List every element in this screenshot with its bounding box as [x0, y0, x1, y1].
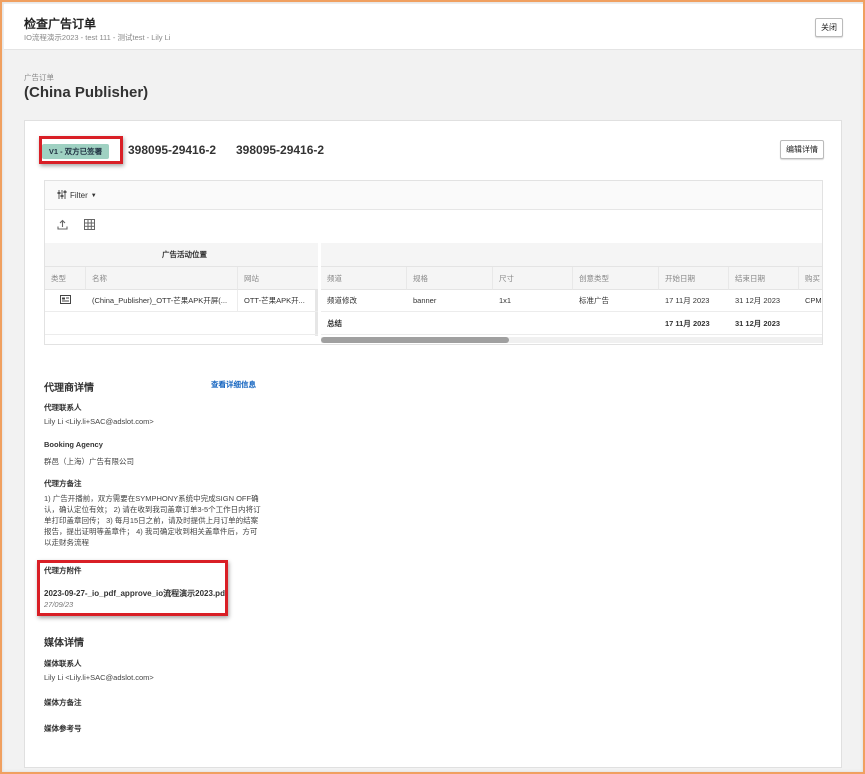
page-title: (China Publisher) — [24, 84, 149, 101]
media-reference-label: 媒体参考号 — [44, 724, 82, 733]
table-row-type-cell — [45, 290, 86, 312]
booking-agency-label: Booking Agency — [44, 440, 103, 449]
highlight-box-status — [39, 136, 123, 164]
filter-dropdown[interactable]: Filter ▼ — [57, 190, 97, 201]
agency-notes-value: 1) 广告开播前，双方需要在SYMPHONY系统中完成SIGN OFF确认，确认… — [44, 494, 261, 547]
columns-grid-icon[interactable] — [84, 219, 95, 232]
agency-contact-label: 代理联系人 — [44, 403, 82, 412]
table-row-purchase-cell: CPM — [799, 290, 822, 312]
highlight-box-attachment — [37, 560, 228, 616]
export-icon[interactable] — [57, 219, 68, 232]
filter-label: Filter — [70, 191, 88, 200]
agency-notes-label: 代理方备注 — [44, 479, 82, 488]
window-title: 检查广告订单 — [24, 17, 97, 31]
window-subtitle: IO流程演示2023 - test 111 - 测试test - Lily Li — [24, 33, 171, 42]
edit-details-button[interactable]: 编辑详情 — [780, 140, 824, 159]
column-header-type[interactable]: 类型 — [45, 267, 86, 290]
column-header-channel[interactable]: 频道 — [321, 267, 407, 290]
total-row-end: 31 12月 2023 — [729, 312, 799, 335]
table-row-channel-cell: 频道修改 — [321, 290, 407, 312]
grid-scroll-section: 频道 规格 尺寸 创意类型 开始日期 结束日期 购买 频道修改 banner 1… — [321, 243, 822, 336]
agency-contact-value: Lily Li <Lily.li+SAC@adslot.com> — [44, 417, 154, 426]
grid-toolbar: Filter ▼ — [45, 181, 822, 210]
order-id-secondary: 398095-29416-2 — [236, 143, 325, 157]
total-row-creative — [573, 312, 659, 335]
total-row-spec — [407, 312, 493, 335]
order-id-primary: 398095-29416-2 — [128, 143, 217, 157]
total-row-label: 总结 — [321, 312, 407, 335]
breadcrumb: 广告订单 — [24, 73, 54, 82]
horizontal-scrollbar[interactable] — [321, 337, 822, 343]
media-contact-value: Lily Li <Lily.li+SAC@adslot.com> — [44, 673, 154, 682]
chevron-down-icon: ▼ — [90, 192, 97, 199]
line-items-grid: Filter ▼ 广告活动位置 类型 名称 网站 (China_Publishe… — [44, 180, 823, 345]
view-details-link[interactable]: 查看详细信息 — [211, 379, 256, 390]
column-header-purchase[interactable]: 购买 — [799, 267, 822, 290]
filter-sliders-icon — [57, 190, 67, 201]
column-header-name[interactable]: 名称 — [86, 267, 238, 290]
table-row-end-cell: 31 12月 2023 — [729, 290, 799, 312]
table-row-creative-cell: 标准广告 — [573, 290, 659, 312]
table-row-site-cell: OTT-芒果APK开... — [238, 290, 318, 312]
scrollbar-thumb[interactable] — [321, 337, 509, 343]
close-button[interactable]: 关闭 — [815, 18, 843, 37]
table-row-start-cell: 17 11月 2023 — [659, 290, 729, 312]
grid-pinned-section: 广告活动位置 类型 名称 网站 (China_Publisher)_OTT-芒果… — [45, 243, 318, 336]
column-header-end-date[interactable]: 结束日期 — [729, 267, 799, 290]
app-window: 检查广告订单 IO流程演示2023 - test 111 - 测试test - … — [0, 0, 865, 774]
group-header-placement: 广告活动位置 — [45, 243, 318, 267]
column-header-site[interactable]: 网站 — [238, 267, 318, 290]
media-notes-label: 媒体方备注 — [44, 698, 82, 707]
grid-actions — [57, 219, 95, 232]
top-bar: 检查广告订单 IO流程演示2023 - test 111 - 测试test - … — [4, 4, 863, 50]
column-header-spec[interactable]: 规格 — [407, 267, 493, 290]
media-contact-label: 媒体联系人 — [44, 659, 82, 668]
total-row-pinned — [45, 312, 318, 335]
total-row-purchase — [799, 312, 822, 335]
table-row-spec-cell: banner — [407, 290, 493, 312]
table-row-name-cell[interactable]: (China_Publisher)_OTT-芒果APK开屏(... — [86, 290, 238, 312]
group-header-blank — [321, 243, 822, 267]
table-row-size-cell: 1x1 — [493, 290, 573, 312]
total-row-start: 17 11月 2023 — [659, 312, 729, 335]
booking-agency-value: 群邑（上海）广告有限公司 — [44, 457, 134, 466]
column-header-size[interactable]: 尺寸 — [493, 267, 573, 290]
total-row-size — [493, 312, 573, 335]
media-section-title: 媒体详情 — [44, 638, 84, 649]
agency-section-title: 代理商详情 — [44, 383, 94, 394]
order-card: V1 - 双方已签署 398095-29416-2 398095-29416-2… — [24, 120, 842, 768]
display-ad-icon — [60, 295, 71, 306]
column-header-start-date[interactable]: 开始日期 — [659, 267, 729, 290]
column-header-creative-type[interactable]: 创意类型 — [573, 267, 659, 290]
